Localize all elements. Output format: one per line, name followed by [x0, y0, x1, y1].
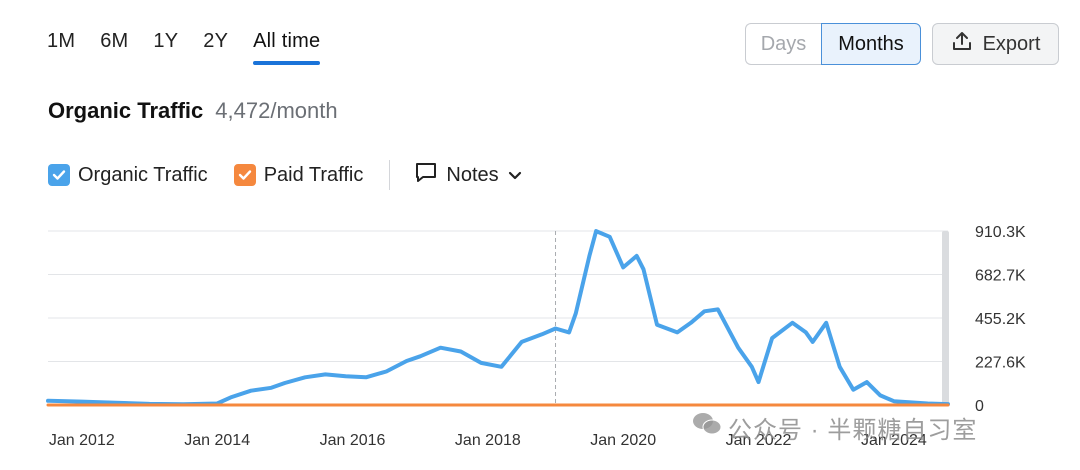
range-tab-all-time[interactable]: All time	[253, 30, 321, 65]
legend-paid-label: Paid Traffic	[263, 163, 364, 186]
x-tick-label: Jan 2016	[320, 432, 386, 449]
chevron-down-icon	[507, 164, 523, 187]
range-tab-1y[interactable]: 1Y	[153, 30, 178, 61]
y-tick-label: 227.6K	[975, 355, 1026, 372]
chart-legend: Organic Traffic Paid Traffic Notes	[48, 160, 523, 190]
notes-label: Notes	[446, 163, 499, 186]
legend-divider	[389, 160, 391, 190]
range-tab-6m[interactable]: 6M	[100, 30, 128, 61]
chart-scroll-handle[interactable]	[942, 231, 949, 405]
export-button[interactable]: Export	[932, 23, 1059, 65]
x-tick-label: Jan 2020	[590, 432, 656, 449]
export-icon	[951, 30, 973, 58]
y-tick-label: 455.2K	[975, 311, 1026, 328]
watermark: 公众号 · 半颗糖自习室	[692, 410, 977, 445]
y-tick-label: 910.3K	[975, 224, 1026, 241]
metric-value: 4,472/month	[215, 98, 338, 123]
months-button[interactable]: Months	[821, 23, 921, 65]
export-label: Export	[982, 32, 1041, 55]
legend-organic-traffic[interactable]: Organic Traffic	[48, 164, 208, 187]
legend-paid-traffic[interactable]: Paid Traffic	[233, 163, 364, 187]
range-tab-2y[interactable]: 2Y	[203, 30, 228, 61]
x-tick-label: Jan 2018	[455, 432, 521, 449]
range-tab-1m[interactable]: 1M	[47, 30, 75, 61]
granularity-toggle: Days Months	[745, 23, 921, 65]
x-tick-label: Jan 2012	[49, 432, 115, 449]
x-tick-label: Jan 2014	[184, 432, 250, 449]
wechat-icon	[692, 411, 722, 444]
watermark-text: 公众号 · 半颗糖自习室	[728, 417, 978, 444]
date-range-tabs: 1M 6M 1Y 2Y All time	[47, 30, 345, 65]
notes-icon	[414, 161, 438, 189]
metric-header: Organic Traffic 4,472/month	[48, 98, 338, 124]
checkbox-checked-icon	[233, 164, 256, 186]
checkbox-checked-icon	[48, 164, 70, 186]
legend-organic-label: Organic Traffic	[78, 163, 208, 186]
metric-title: Organic Traffic	[48, 98, 204, 123]
notes-dropdown[interactable]: Notes	[414, 161, 522, 189]
y-tick-label: 682.7K	[975, 268, 1026, 285]
days-button[interactable]: Days	[745, 23, 821, 65]
